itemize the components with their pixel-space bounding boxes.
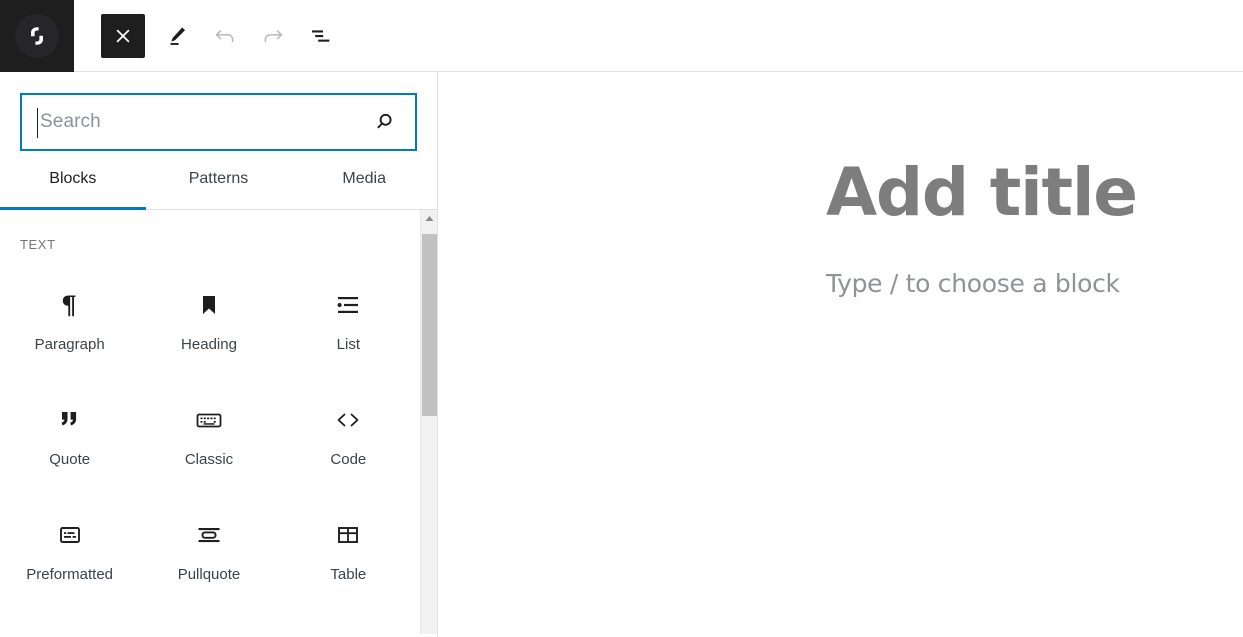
tab-media[interactable]: Media [291, 169, 437, 209]
redo-button[interactable] [249, 12, 297, 60]
block-list: TEXT ¶ Paragraph Heading List Quote Clas… [0, 210, 437, 634]
block-label: Heading [181, 336, 237, 353]
block-grid: ¶ Paragraph Heading List Quote Classic C… [0, 252, 418, 611]
document-outline-icon [312, 29, 330, 42]
block-label: Pullquote [177, 566, 241, 583]
editor-toolbar [74, 0, 345, 71]
editor-canvas: Add title Type / to choose a block [439, 72, 1243, 637]
preformatted-icon [56, 518, 84, 552]
block-label: Paragraph [34, 336, 105, 353]
close-icon [116, 29, 130, 42]
tab-blocks[interactable]: Blocks [0, 169, 146, 210]
svg-text:¶: ¶ [61, 291, 77, 319]
block-inserter-panel: Search Blocks Patterns Media TEXT ¶ Para… [0, 72, 438, 637]
search-input[interactable]: Search [20, 93, 417, 151]
details-button[interactable] [297, 12, 345, 60]
pencil-icon [170, 26, 185, 45]
block-label: Code [330, 451, 367, 468]
block-label: Preformatted [26, 566, 114, 583]
code-icon [332, 403, 364, 437]
search-area: Search [0, 72, 437, 151]
site-logo-button[interactable] [0, 0, 74, 72]
block-item-heading[interactable]: Heading [139, 266, 278, 381]
tools-button[interactable] [153, 12, 201, 60]
inserter-tabs: Blocks Patterns Media [0, 169, 437, 210]
tab-patterns[interactable]: Patterns [146, 169, 292, 209]
block-item-quote[interactable]: Quote [0, 381, 139, 496]
block-item-paragraph[interactable]: ¶ Paragraph [0, 266, 139, 381]
pullquote-icon [194, 518, 224, 552]
scrollbar-thumb[interactable] [422, 234, 437, 416]
block-item-code[interactable]: Code [279, 381, 418, 496]
block-item-table[interactable]: Table [279, 496, 418, 611]
heading-icon [196, 288, 222, 322]
undo-icon [215, 29, 234, 42]
inserter-scrollbar[interactable] [420, 210, 437, 634]
list-icon [334, 288, 362, 322]
classic-icon [194, 403, 224, 437]
post-title-placeholder[interactable]: Add title [826, 158, 1243, 228]
block-item-pullquote[interactable]: Pullquote [139, 496, 278, 611]
search-placeholder: Search [40, 111, 101, 132]
paragraph-icon: ¶ [57, 288, 83, 322]
quote-icon [56, 403, 84, 437]
post-content: Add title Type / to choose a block [439, 72, 1243, 299]
category-heading: TEXT [20, 237, 56, 252]
block-label: Table [330, 566, 367, 583]
undo-button[interactable] [201, 12, 249, 60]
block-label: Classic [184, 451, 234, 468]
logo-circle [15, 14, 59, 58]
redo-icon [264, 29, 283, 42]
block-item-list[interactable]: List [279, 266, 418, 381]
block-label: Quote [49, 451, 91, 468]
block-editor-root: Search Blocks Patterns Media TEXT ¶ Para… [0, 0, 1243, 637]
scroll-up-button[interactable] [421, 210, 437, 227]
text-caret [37, 108, 38, 138]
block-item-classic[interactable]: Classic [139, 381, 278, 496]
tab-media-label: Media [342, 170, 386, 187]
tab-blocks-label: Blocks [49, 170, 97, 187]
table-icon [334, 518, 362, 552]
block-label: List [336, 336, 360, 353]
gutenberg-mark-icon [31, 27, 43, 45]
chevron-up-icon [425, 216, 434, 221]
post-body-placeholder[interactable]: Type / to choose a block [826, 269, 1243, 298]
search-icon [373, 111, 395, 133]
editor-header [0, 0, 1243, 72]
block-item-preformatted[interactable]: Preformatted [0, 496, 139, 611]
tab-patterns-label: Patterns [188, 170, 249, 187]
close-inserter-button[interactable] [101, 13, 145, 58]
